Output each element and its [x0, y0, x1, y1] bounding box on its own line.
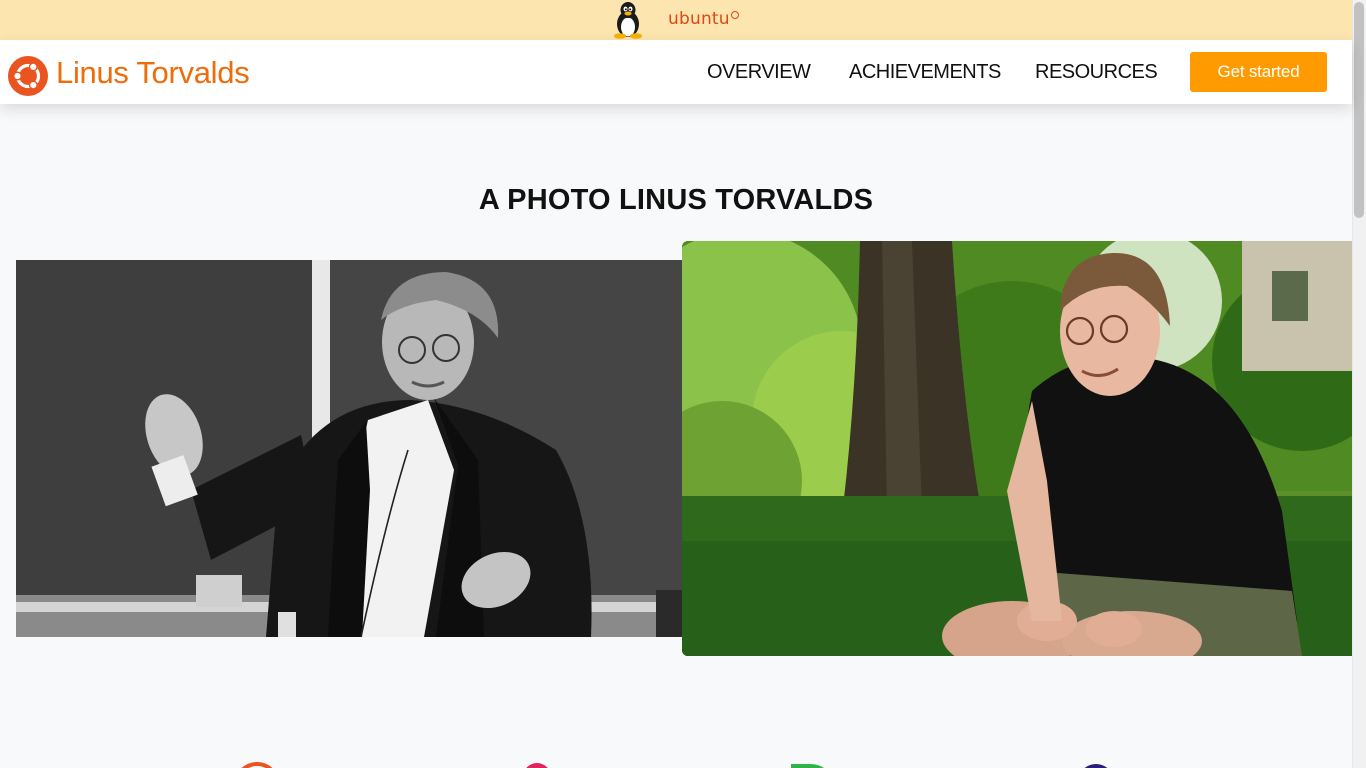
outdoor-garden-photo — [682, 241, 1352, 656]
navy-circle-icon — [1084, 764, 1108, 768]
nav-link-achievements[interactable]: ACHIEVEMENTS — [849, 61, 1001, 84]
navbar: Linus Torvalds OVERVIEW ACHIEVEMENTS RES… — [0, 40, 1352, 104]
get-started-button[interactable]: Get started — [1190, 52, 1327, 92]
brand-name[interactable]: Linus Torvalds — [56, 55, 250, 91]
green-d-icon — [791, 764, 824, 768]
nav-link-overview[interactable]: OVERVIEW — [707, 61, 811, 84]
orange-circle-icon — [241, 762, 273, 768]
black-and-white-lecture-photo — [16, 260, 682, 637]
ubuntu-circle-of-friends-icon[interactable] — [8, 56, 48, 96]
ubuntu-wordmark: ubuntu — [668, 9, 730, 29]
gallery-title: A PHOTO LINUS TORVALDS — [478, 184, 874, 216]
scrollbar-thumb[interactable] — [1354, 2, 1364, 218]
registered-mark-icon — [731, 11, 739, 19]
linux-penguin-icon — [614, 2, 642, 39]
pink-circle-icon — [526, 763, 548, 768]
nav-link-resources[interactable]: RESOURCES — [1035, 61, 1158, 84]
top-banner: ubuntu — [0, 0, 1352, 40]
